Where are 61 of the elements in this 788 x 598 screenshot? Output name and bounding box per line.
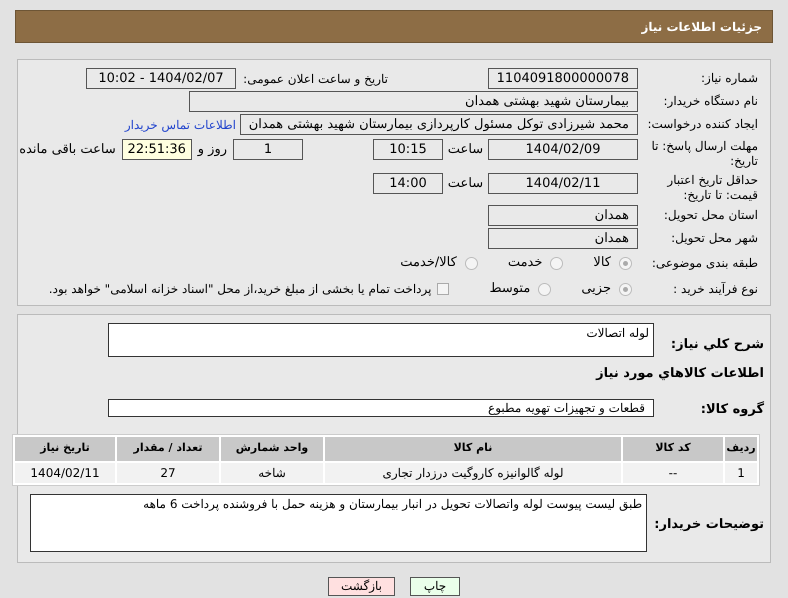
field-label: حداقل تاریخ اعتبار قیمت: تا تاریخ: [666, 173, 758, 203]
radio-button[interactable] [538, 282, 552, 296]
time-label: ساعت [446, 141, 484, 159]
table-cell: لوله گالوانیزه کاروگیت درزدار تجاری [325, 462, 621, 482]
text-field[interactable]: همدان [488, 228, 638, 249]
text-field[interactable]: 1104091800000078 [488, 68, 638, 89]
table-cell: شاخه [221, 462, 323, 482]
radio-label: متوسط [489, 280, 530, 298]
field-label: نام دستگاه خریدار: [664, 94, 758, 109]
payment-note: پرداخت تمام یا بخشی از مبلغ خرید،از محل "اسناد خزانه اسلامی" خواهد بود. [48, 281, 432, 298]
checkbox[interactable] [437, 283, 450, 295]
text-field[interactable]: بیمارستان شهید بهشتی همدان [189, 91, 638, 112]
column-header: تاریخ نیاز [15, 436, 115, 460]
text-field[interactable]: محمد شیرزادی توکل مسئول کارپردازی بیمارستان شهید بهشتی همدان [240, 114, 638, 135]
remaining-label: ساعت باقی مانده [19, 141, 117, 159]
header-title: جزئیات اطلاعات نیاز [641, 18, 762, 36]
text-field[interactable]: 1 [233, 139, 303, 160]
field-label: استان محل تحویل: [664, 208, 758, 223]
radio-label: کالا/خدمت [400, 254, 457, 272]
column-header: تعداد / مقدار [117, 436, 219, 460]
countdown-field: 22:51:36 [122, 139, 192, 160]
field-label: مهلت ارسال پاسخ: تا تاریخ: [650, 139, 758, 169]
print-button[interactable]: چاپ [410, 576, 460, 596]
days-label: روز و [196, 141, 228, 159]
radio-label: کالا [593, 254, 611, 272]
radio-button[interactable] [464, 256, 478, 270]
radio-button[interactable] [550, 256, 564, 270]
field-label: نوع فرآیند خرید : [673, 282, 758, 296]
text-field[interactable]: 14:00 [373, 173, 443, 194]
field-label: تاریخ و ساعت اعلان عمومی: [243, 70, 388, 88]
table-cell: 1404/02/11 [15, 462, 115, 482]
text-field[interactable]: 1404/02/07 - 10:02 [86, 68, 236, 89]
contact-link[interactable]: اطلاعات تماس خریدار [124, 116, 236, 134]
column-header: کد کالا [623, 436, 723, 460]
table-cell: -- [623, 462, 723, 482]
section-title: اطلاعات کالاهاي مورد نياز [596, 365, 764, 383]
radio-button[interactable] [619, 282, 632, 296]
column-header: ردیف [725, 436, 757, 460]
notes-field[interactable]: طبق لیست پیوست لوله واتصالات تحویل در انبار بیمارستان و هزینه حمل با فروشنده پرداخت 6 ماهه [30, 494, 648, 552]
radio-button[interactable] [619, 256, 632, 270]
description-field[interactable]: لوله اتصالات [108, 323, 654, 357]
back-button[interactable]: بازگشت [328, 576, 395, 596]
radio-label: خدمت [508, 254, 542, 272]
column-header: نام کالا [325, 436, 621, 460]
field-label: گروه کالا: [700, 402, 764, 416]
time-label: ساعت [446, 175, 484, 193]
field-label: شرح کلي نياز: [670, 337, 764, 352]
text-field[interactable]: همدان [488, 205, 638, 226]
radio-label: جزیی [581, 280, 611, 298]
field-label: ایجاد کننده درخواست: [647, 117, 758, 132]
goods-group-field[interactable]: قطعات و تجهیزات تهویه مطبوع [108, 398, 654, 416]
field-label: طبقه بندی موضوعی: [652, 256, 758, 270]
text-field[interactable]: 1404/02/11 [488, 173, 638, 194]
table-cell: 1 [725, 462, 757, 482]
field-label: شماره نیاز: [701, 71, 758, 86]
field-label: توضیحات خریدار: [654, 516, 764, 532]
text-field[interactable]: 1404/02/09 [488, 139, 638, 160]
field-label: شهر محل تحویل: [671, 231, 758, 246]
table-cell: 27 [117, 462, 219, 482]
text-field[interactable]: 10:15 [373, 139, 443, 160]
column-header: واحد شمارش [221, 436, 323, 460]
